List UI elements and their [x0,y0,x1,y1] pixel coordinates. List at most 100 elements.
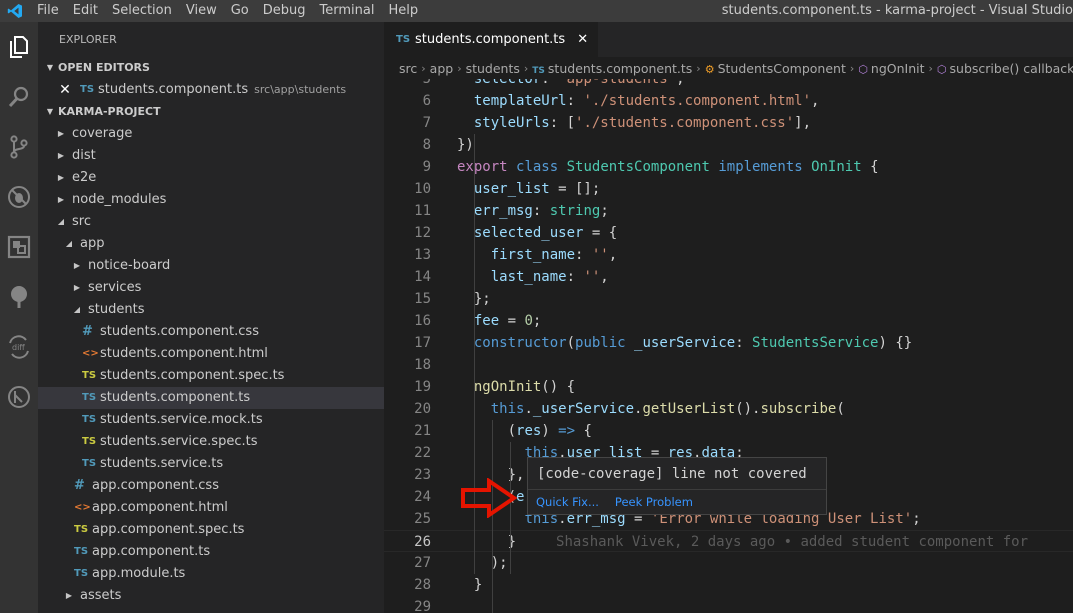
arrow-right-icon [461,478,518,518]
diff-icon[interactable]: diff [0,322,38,372]
folder-item[interactable]: ▶ notice-board [38,255,384,277]
file-item[interactable]: TS students.service.ts [38,453,384,475]
quick-fix-link[interactable]: Quick Fix... [536,495,599,509]
code-text: last_name: '', [457,266,609,288]
code-line[interactable]: 16 fee = 0; [384,310,1073,332]
code-line[interactable]: 13 first_name: '', [384,244,1073,266]
file-name: notice-board [88,258,171,273]
menu-edit[interactable]: Edit [66,0,105,22]
file-item[interactable]: TS students.component.ts [38,387,384,409]
code-token: OnInit [811,159,862,175]
code-line[interactable]: 12 selected_user = { [384,222,1073,244]
breadcrumb-item[interactable]: ⚙ StudentsComponent [705,61,846,76]
code-line[interactable]: 7 styleUrls: ['./students.component.css'… [384,112,1073,134]
menu-help[interactable]: Help [381,0,425,22]
project-header[interactable]: ▼ KARMA-PROJECT [38,101,384,123]
debug-icon[interactable] [0,172,38,222]
file-item[interactable]: # students.component.css [38,321,384,343]
menu-file[interactable]: File [30,0,66,22]
hover-widget: [code-coverage] line not covered Quick F… [527,457,827,515]
code-line[interactable]: 6 templateUrl: './students.component.htm… [384,90,1073,112]
folder-item[interactable]: ▶ node_modules [38,189,384,211]
file-item[interactable]: TS students.service.spec.ts [38,431,384,453]
extensions-icon[interactable] [0,222,38,272]
css-file-icon: # [82,324,93,339]
breadcrumb-item[interactable]: TS students.component.ts [532,61,692,76]
open-editor-item[interactable]: ✕ TS students.component.ts src\app\stude… [38,79,384,101]
file-item[interactable]: TS app.component.spec.ts [38,519,384,541]
code-line[interactable]: 28 } [384,574,1073,596]
tree-icon[interactable] [0,272,38,322]
file-item[interactable]: <> students.component.html [38,343,384,365]
file-item[interactable]: <> app.component.html [38,497,384,519]
code-line[interactable]: 8}) [384,134,1073,156]
source-control-icon[interactable] [0,122,38,172]
close-icon[interactable]: ✕ [58,79,72,101]
code-line[interactable]: 29 [384,596,1073,613]
code-line[interactable]: 27 ); [384,552,1073,574]
folder-item[interactable]: ▶ assets [38,585,384,607]
typescript-file-icon: TS [80,84,95,95]
code-line[interactable]: 9 export class StudentsComponent implemen… [384,156,1073,178]
file-item[interactable]: TS app.module.ts [38,563,384,585]
menu-terminal[interactable]: Terminal [313,0,382,22]
folder-item[interactable]: ◢ src [38,211,384,233]
code-line[interactable]: 26 } Shashank Vivek, 2 days ago • added s… [384,530,1073,552]
menu-go[interactable]: Go [224,0,256,22]
folder-item[interactable]: ▶ coverage [38,123,384,145]
search-icon[interactable] [0,72,38,122]
file-item[interactable]: TS students.service.mock.ts [38,409,384,431]
code-token: '' [583,269,601,285]
line-number: 17 [414,335,431,351]
breadcrumb-item[interactable]: app [430,61,454,76]
code-line[interactable]: 5 selector: 'app-students', [384,79,1073,90]
breadcrumb-item[interactable]: ⬡ ngOnInit [858,61,924,76]
peek-problem-link[interactable]: Peek Problem [615,495,693,509]
files-icon[interactable] [0,22,38,72]
file-item[interactable]: TS students.component.spec.ts [38,365,384,387]
git-icon[interactable] [0,372,38,422]
folder-item[interactable]: ◢ students [38,299,384,321]
code-line[interactable]: 19 ngOnInit() { [384,376,1073,398]
window-title: students.component.ts - karma-project - … [721,3,1073,18]
typescript-file-icon: TS [82,370,97,381]
typescript-file-icon: TS [532,65,545,76]
code-line[interactable]: 21 (res) => { [384,420,1073,442]
breadcrumb-item[interactable]: src [399,61,417,76]
code-token: ) [541,423,559,439]
typescript-file-icon: TS [82,414,97,425]
line-number: 10 [414,181,431,197]
breadcrumb-item[interactable]: students [466,61,520,76]
code-line[interactable]: 11 err_msg: string; [384,200,1073,222]
open-editors-header[interactable]: ▼ OPEN EDITORS [38,57,384,79]
folder-item[interactable]: ▶ services [38,277,384,299]
close-icon[interactable]: ✕ [577,32,588,47]
file-name: students.service.ts [100,456,224,471]
open-editor-path: src\app\students [254,83,347,96]
menu-debug[interactable]: Debug [256,0,313,22]
code-token: user_list [473,181,550,197]
code-line[interactable]: 10 user_list = []; [384,178,1073,200]
breadcrumb-item[interactable]: ⬡ subscribe() callback [937,61,1073,76]
folder-item[interactable]: ▶ e2e [38,167,384,189]
menu-view[interactable]: View [179,0,224,22]
code-token: : [532,203,550,219]
code-line[interactable]: 18 [384,354,1073,376]
code-view[interactable]: 5 selector: 'app-students', 6 templateUrl… [384,79,1073,613]
code-line[interactable]: 17 constructor(public _userService: Stud… [384,332,1073,354]
file-item[interactable]: # app.component.css [38,475,384,497]
menu-selection[interactable]: Selection [105,0,179,22]
folder-item[interactable]: ◢ app [38,233,384,255]
code-token: : [566,93,584,109]
code-line[interactable]: 14 last_name: '', [384,266,1073,288]
file-item[interactable]: TS app.component.ts [38,541,384,563]
folder-item[interactable]: ▶ dist [38,145,384,167]
code-line[interactable]: 15 }; [384,288,1073,310]
code-line[interactable]: 20 this._userService.getUserList().subsc… [384,398,1073,420]
tab-students-component-ts[interactable]: TS students.component.ts ✕ [384,22,599,57]
code-text: user_list = []; [457,178,600,200]
